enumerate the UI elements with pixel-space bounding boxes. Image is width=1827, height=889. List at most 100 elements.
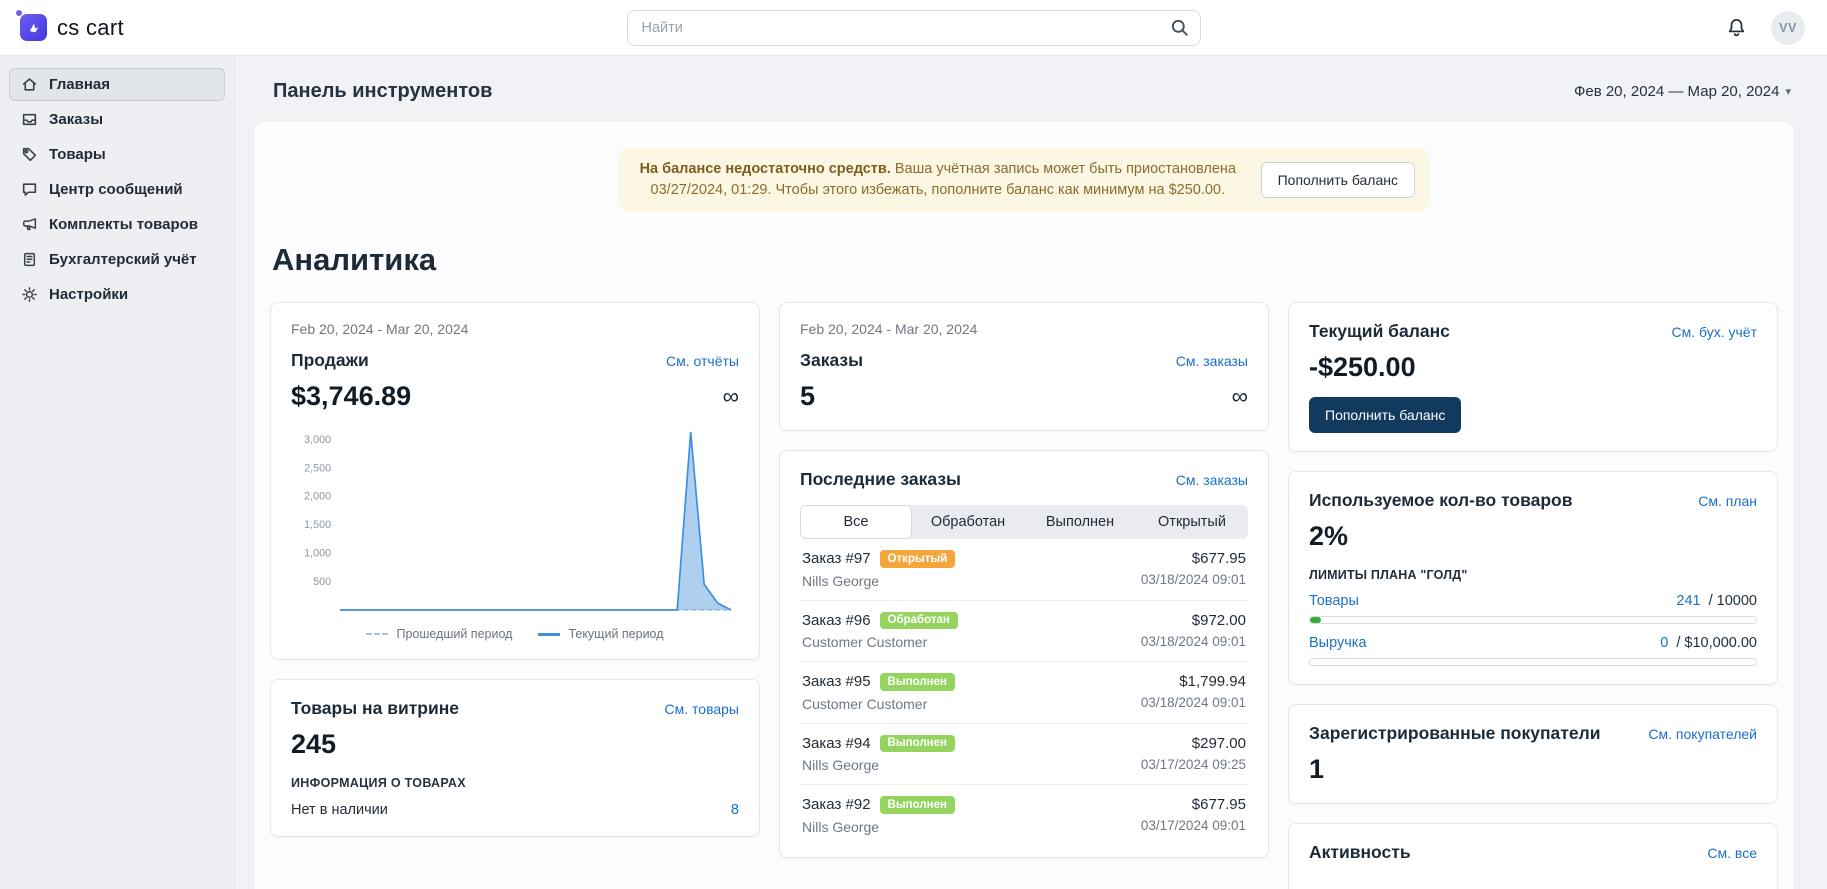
tab-complete[interactable]: Выполнен: [1024, 505, 1136, 539]
see-orders-link[interactable]: См. заказы: [1176, 472, 1248, 488]
order-id: Заказ #96: [802, 612, 871, 629]
revenue-used: 0: [1660, 635, 1668, 651]
product-info-heading: ИНФОРМАЦИЯ О ТОВАРАХ: [291, 776, 739, 790]
see-orders-link[interactable]: См. заказы: [1176, 353, 1248, 369]
sidebar-item-products[interactable]: Товары: [9, 138, 225, 171]
order-row[interactable]: Заказ #92 Выполнен Nills George $677.95 …: [800, 785, 1248, 839]
order-row[interactable]: Заказ #97 Открытый Nills George $677.95 …: [800, 539, 1248, 601]
order-status-tabs: Все Обработан Выполнен Открытый: [800, 505, 1248, 539]
products-used: 241: [1676, 593, 1700, 609]
column-left: Feb 20, 2024 - Mar 20, 2024 Продажи См. …: [270, 302, 760, 837]
order-customer: Nills George: [802, 573, 955, 589]
order-total: $972.00: [1141, 612, 1246, 629]
main-area: Панель инструментов Фев 20, 2024 — Мар 2…: [235, 56, 1827, 889]
infinity-icon: ∞: [723, 385, 739, 408]
legend-dashed-swatch: [366, 633, 388, 635]
user-avatar[interactable]: VV: [1771, 11, 1805, 45]
see-all-link[interactable]: См. все: [1707, 845, 1757, 861]
order-id: Заказ #94: [802, 735, 871, 752]
date-range-selector[interactable]: Фев 20, 2024 — Мар 20, 2024 ▾: [1574, 83, 1791, 100]
search-icon[interactable]: [1170, 18, 1189, 42]
order-customer: Customer Customer: [802, 634, 958, 650]
topbar: cs cart VV: [0, 0, 1827, 56]
notifications-bell-icon[interactable]: [1726, 17, 1747, 38]
sales-card: Feb 20, 2024 - Mar 20, 2024 Продажи См. …: [270, 302, 760, 660]
order-total: $1,799.94: [1141, 673, 1246, 690]
order-date: 03/18/2024 09:01: [1141, 572, 1246, 587]
insufficient-funds-banner: На балансе недостаточно средств. Ваша уч…: [619, 148, 1429, 212]
order-id: Заказ #97: [802, 550, 871, 567]
sidebar-item-label: Заказы: [49, 111, 103, 128]
home-icon: [21, 76, 38, 93]
orders-inbox-icon: [21, 111, 38, 128]
sidebar-item-settings[interactable]: Настройки: [9, 278, 225, 311]
revenue-limit-label[interactable]: Выручка: [1309, 635, 1367, 651]
see-products-link[interactable]: См. товары: [665, 701, 739, 717]
see-customers-link[interactable]: См. покупателей: [1648, 726, 1757, 742]
registered-customers-card: Зарегистрированные покупатели См. покупа…: [1288, 704, 1778, 804]
order-date: 03/17/2024 09:25: [1141, 757, 1246, 772]
sidebar-item-product-bundles[interactable]: Комплекты товаров: [9, 208, 225, 241]
orders-summary-card: Feb 20, 2024 - Mar 20, 2024 Заказы См. з…: [779, 302, 1269, 431]
order-status-badge: Выполнен: [880, 673, 955, 691]
legend-current-label: Текущий период: [568, 627, 663, 641]
order-customer: Customer Customer: [802, 696, 955, 712]
order-id: Заказ #92: [802, 796, 871, 813]
column-middle: Feb 20, 2024 - Mar 20, 2024 Заказы См. з…: [779, 302, 1269, 858]
products-limit-label[interactable]: Товары: [1309, 593, 1359, 609]
date-range-label: Фев 20, 2024 — Мар 20, 2024: [1574, 83, 1780, 100]
top-up-balance-button[interactable]: Пополнить баланс: [1309, 397, 1461, 433]
out-of-stock-count[interactable]: 8: [731, 802, 739, 818]
banner-message-bold: На балансе недостаточно средств.: [640, 161, 891, 177]
sidebar-item-message-center[interactable]: Центр сообщений: [9, 173, 225, 206]
sidebar-item-label: Товары: [49, 146, 106, 163]
topbar-right: VV: [1726, 11, 1805, 45]
gear-icon: [21, 286, 38, 303]
tab-open[interactable]: Открытый: [1136, 505, 1248, 539]
svg-text:500: 500: [313, 576, 331, 588]
order-total: $677.95: [1141, 550, 1246, 567]
see-reports-link[interactable]: См. отчёты: [666, 353, 739, 369]
chart-legend: Прошедший период Текущий период: [291, 627, 739, 641]
plan-usage-percent: 2%: [1309, 521, 1348, 552]
order-date: 03/18/2024 09:01: [1141, 634, 1246, 649]
infinity-icon: ∞: [1232, 385, 1248, 408]
legend-current-period: Текущий период: [538, 627, 663, 641]
sidebar-item-dashboard[interactable]: Главная: [9, 68, 225, 101]
tag-icon: [21, 146, 38, 163]
order-status-badge: Выполнен: [880, 735, 955, 753]
top-up-balance-button[interactable]: Пополнить баланс: [1261, 162, 1415, 198]
see-plan-link[interactable]: См. план: [1698, 493, 1757, 509]
order-row[interactable]: Заказ #94 Выполнен Nills George $297.00 …: [800, 724, 1248, 786]
out-of-stock-label: Нет в наличии: [291, 802, 388, 818]
order-total: $677.95: [1141, 796, 1246, 813]
order-id: Заказ #95: [802, 673, 871, 690]
order-row[interactable]: Заказ #96 Обработан Customer Customer $9…: [800, 601, 1248, 663]
megaphone-icon: [21, 216, 38, 233]
cs-cart-logo[interactable]: cs cart: [20, 14, 124, 41]
order-customer: Nills George: [802, 757, 955, 773]
order-row[interactable]: Заказ #95 Выполнен Customer Customer $1,…: [800, 662, 1248, 724]
storefront-products-count: 245: [291, 729, 336, 760]
sales-card-title: Продажи: [291, 350, 369, 371]
svg-text:1,500: 1,500: [304, 519, 331, 531]
recent-orders-card: Последние заказы См. заказы Все Обработа…: [779, 450, 1269, 858]
products-progress-fill: [1310, 617, 1321, 623]
cards-grid: Feb 20, 2024 - Mar 20, 2024 Продажи См. …: [270, 302, 1778, 889]
see-accounting-link[interactable]: См. бух. учёт: [1672, 324, 1758, 340]
tab-all[interactable]: Все: [800, 505, 912, 539]
svg-text:2,000: 2,000: [304, 491, 331, 503]
revenue-limit-row: Выручка 0 / $10,000.00: [1309, 635, 1757, 651]
legend-solid-swatch: [538, 633, 560, 636]
analytics-section-title: Аналитика: [272, 242, 1778, 278]
sidebar: Главная Заказы Товары Центр сообщений Ко…: [0, 56, 235, 889]
search-input[interactable]: [627, 10, 1201, 46]
tab-processed[interactable]: Обработан: [912, 505, 1024, 539]
sidebar-item-orders[interactable]: Заказы: [9, 103, 225, 136]
balance-value: -$250.00: [1309, 352, 1416, 383]
products-limit-row: Товары 241 / 10000: [1309, 593, 1757, 609]
page-title: Панель инструментов: [273, 80, 492, 103]
activity-card: Активность См. все: [1288, 823, 1778, 889]
sidebar-item-accounting[interactable]: Бухгалтерский учёт: [9, 243, 225, 276]
out-of-stock-row: Нет в наличии 8: [291, 802, 739, 818]
